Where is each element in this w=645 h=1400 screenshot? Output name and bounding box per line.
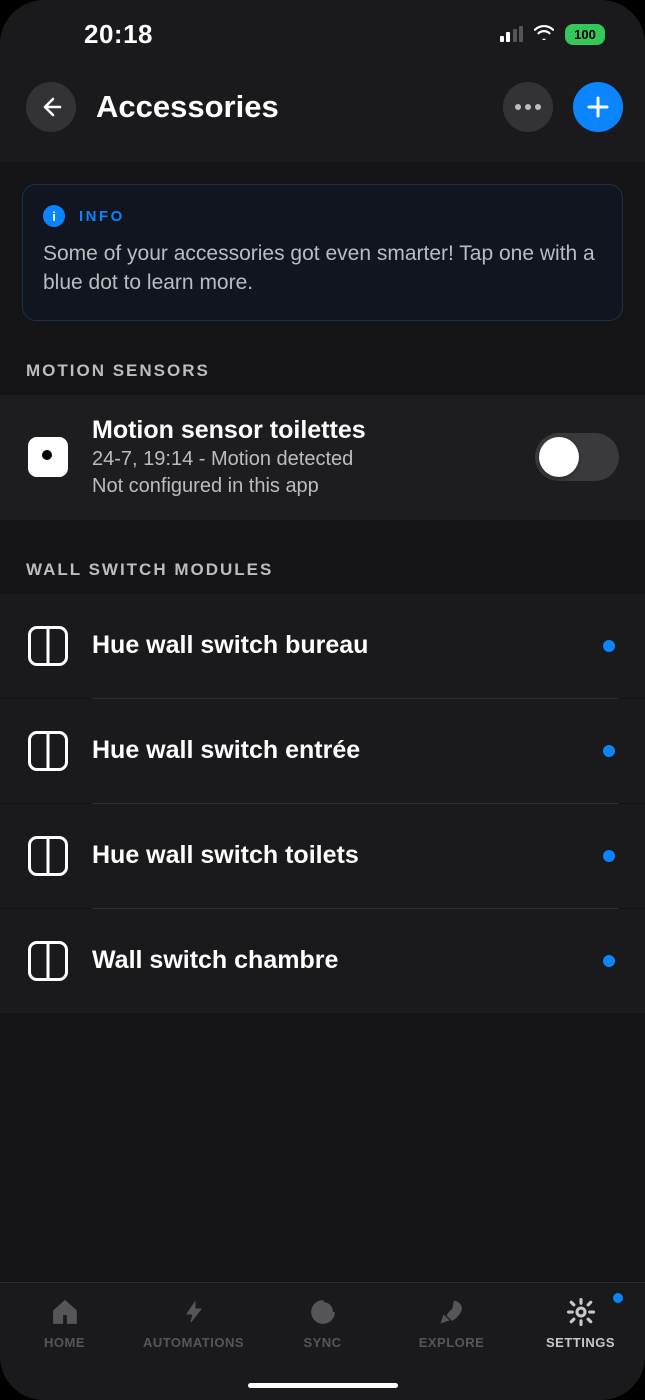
motion-toggle[interactable] [535, 433, 619, 481]
tab-explore[interactable]: EXPLORE [387, 1295, 516, 1350]
tab-sync[interactable]: SYNC [258, 1295, 387, 1350]
status-time: 20:18 [60, 19, 153, 50]
tab-label: AUTOMATIONS [143, 1335, 244, 1350]
battery-indicator: 100 [565, 24, 605, 45]
wall-switch-icon [28, 731, 68, 771]
wall-switch-row[interactable]: Hue wall switch entrée [0, 699, 645, 803]
arrow-left-icon [40, 96, 62, 118]
tab-automations[interactable]: AUTOMATIONS [129, 1295, 258, 1350]
more-icon [515, 104, 541, 110]
motion-sensor-icon [28, 437, 68, 477]
tab-home[interactable]: HOME [0, 1295, 129, 1350]
blue-dot-indicator [603, 745, 615, 757]
info-text: Some of your accessories got even smarte… [43, 239, 602, 298]
status-bar: 20:18 100 [0, 0, 645, 60]
motion-row-title: Motion sensor toilettes [92, 415, 513, 446]
toggle-knob [539, 437, 579, 477]
bolt-icon [177, 1295, 211, 1329]
more-button[interactable] [503, 82, 553, 132]
plus-icon [586, 95, 610, 119]
wall-switch-title: Hue wall switch bureau [92, 630, 581, 661]
info-icon: i [43, 205, 65, 227]
blue-dot-indicator [603, 640, 615, 652]
wall-switch-icon [28, 836, 68, 876]
blue-dot-indicator [603, 955, 615, 967]
page-title: Accessories [96, 89, 483, 125]
info-banner[interactable]: i INFO Some of your accessories got even… [22, 184, 623, 321]
sync-icon [306, 1295, 340, 1329]
motion-row-sub1: 24-7, 19:14 - Motion detected [92, 446, 513, 473]
tab-settings[interactable]: SETTINGS [516, 1295, 645, 1350]
wall-switch-icon [28, 941, 68, 981]
gear-icon [564, 1295, 598, 1329]
tab-label: HOME [44, 1335, 85, 1350]
section-title-wall: WALL SWITCH MODULES [0, 520, 645, 594]
tab-label: SYNC [303, 1335, 341, 1350]
header: Accessories [0, 60, 645, 162]
wall-switch-row[interactable]: Hue wall switch bureau [0, 594, 645, 698]
wall-switch-title: Wall switch chambre [92, 945, 581, 976]
motion-row-sub2: Not configured in this app [92, 473, 513, 500]
status-indicators: 100 [500, 24, 606, 45]
tab-label: EXPLORE [419, 1335, 485, 1350]
wall-switch-title: Hue wall switch entrée [92, 735, 581, 766]
section-title-motion: MOTION SENSORS [0, 321, 645, 395]
notification-dot [613, 1293, 623, 1303]
tab-bar: HOME AUTOMATIONS SYNC EXPLORE SETTING [0, 1282, 645, 1400]
cellular-icon [500, 26, 524, 42]
home-icon [48, 1295, 82, 1329]
wall-switch-row[interactable]: Wall switch chambre [0, 909, 645, 1013]
motion-sensor-row[interactable]: Motion sensor toilettes 24-7, 19:14 - Mo… [0, 395, 645, 520]
home-indicator[interactable] [248, 1383, 398, 1388]
add-button[interactable] [573, 82, 623, 132]
wall-switch-row[interactable]: Hue wall switch toilets [0, 804, 645, 908]
wifi-icon [533, 24, 555, 45]
tab-label: SETTINGS [546, 1335, 615, 1350]
back-button[interactable] [26, 82, 76, 132]
blue-dot-indicator [603, 850, 615, 862]
wall-switch-icon [28, 626, 68, 666]
wall-switch-title: Hue wall switch toilets [92, 840, 581, 871]
info-label: INFO [79, 208, 125, 225]
content-scroll[interactable]: i INFO Some of your accessories got even… [0, 162, 645, 1282]
rocket-icon [435, 1295, 469, 1329]
